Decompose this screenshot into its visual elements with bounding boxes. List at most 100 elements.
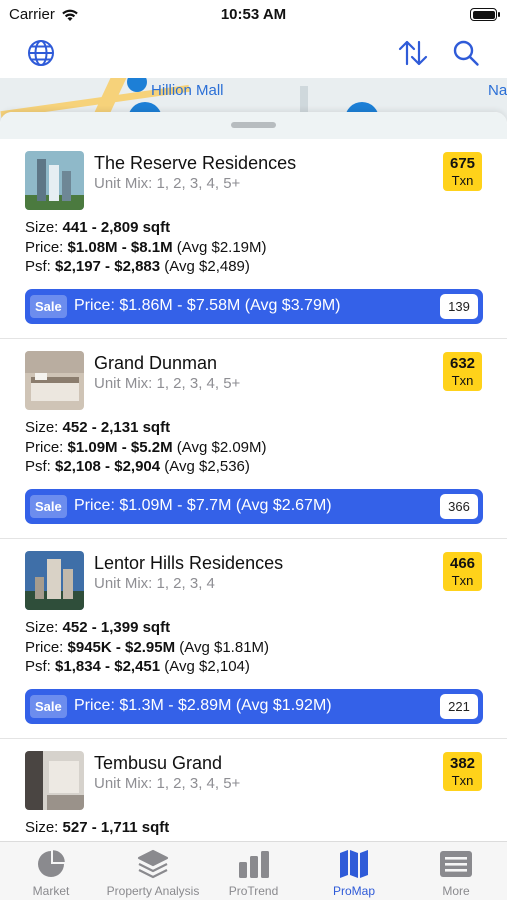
price-value: $1.09M - $5.2M	[67, 438, 173, 456]
tab-protrend[interactable]: ProTrend	[204, 842, 303, 900]
listing-stats: Size: 452 - 1,399 sqft Price: $945K - $2…	[25, 618, 269, 677]
size-value: 452 - 2,131 sqft	[62, 419, 171, 436]
search-button[interactable]	[449, 36, 483, 70]
price-avg: (Avg $1.81M)	[175, 638, 270, 656]
tab-label: Market	[32, 884, 70, 898]
size-row: Size: 441 - 2,809 sqft	[25, 219, 171, 236]
listing-thumbnail	[25, 751, 84, 810]
size-value: 441 - 2,809 sqft	[62, 219, 171, 236]
price-avg: (Avg $2.19M)	[172, 238, 267, 256]
tab-label: Property Analysis	[106, 884, 200, 898]
map-pin[interactable]	[127, 78, 147, 92]
price-row: Price: $945K - $2.95M (Avg $1.81M)	[25, 638, 270, 656]
listing-unit-mix: Unit Mix: 1, 2, 3, 4, 5+	[94, 775, 241, 792]
search-icon	[453, 40, 479, 66]
map-label-edge: Na	[488, 82, 507, 99]
size-row: Size: 527 - 1,711 sqft	[25, 819, 170, 836]
listing-name: Lentor Hills Residences	[94, 553, 284, 573]
listing-card[interactable]: Lentor Hills Residences Unit Mix: 1, 2, …	[0, 539, 507, 739]
listing-stats: Size: 452 - 2,131 sqft Price: $1.09M - $…	[25, 418, 267, 477]
psf-avg: (Avg $2,536)	[160, 458, 250, 475]
listing-thumbnail	[25, 151, 84, 210]
size-row: Size: 452 - 1,399 sqft	[25, 619, 171, 636]
psf-avg: (Avg $2,489)	[160, 258, 250, 275]
listing-sheet[interactable]: The Reserve Residences Unit Mix: 1, 2, 3…	[0, 112, 507, 842]
listing-card[interactable]: Tembusu Grand Unit Mix: 1, 2, 3, 4, 5+ 3…	[0, 739, 507, 842]
globe-icon	[28, 40, 54, 66]
sale-count-badge: 221	[440, 694, 478, 719]
map-icon	[340, 850, 368, 878]
psf-row: Psf: $2,108 - $2,904 (Avg $2,536)	[25, 458, 250, 475]
list-icon	[440, 851, 472, 877]
sale-price-bar[interactable]: Sale Price: $1.09M - $7.7M (Avg $2.67M) …	[25, 489, 483, 524]
price-value: $945K - $2.95M	[67, 638, 176, 656]
tab-bar: Market Property Analysis ProTrend ProMap	[0, 841, 507, 900]
listing-unit-mix: Unit Mix: 1, 2, 3, 4, 5+	[94, 375, 241, 392]
sale-count-badge: 366	[440, 494, 478, 519]
txn-label: Txn	[451, 773, 474, 788]
txn-badge[interactable]: 632 Txn	[443, 352, 482, 391]
tab-label: More	[442, 884, 470, 898]
tab-more[interactable]: More	[405, 842, 507, 900]
pie-chart-icon	[38, 850, 65, 877]
bar-chart-icon	[238, 851, 269, 878]
sheet-grabber[interactable]	[231, 122, 276, 128]
listing-unit-mix: Unit Mix: 1, 2, 3, 4, 5+	[94, 175, 241, 192]
size-value: 527 - 1,711 sqft	[62, 819, 170, 836]
sheet-header[interactable]	[0, 112, 507, 139]
tab-promap[interactable]: ProMap	[303, 842, 405, 900]
listing-name: Grand Dunman	[94, 353, 218, 373]
status-time: 10:53 AM	[220, 6, 287, 23]
sale-price-range: Price: $1.3M - $2.89M (Avg $1.92M)	[74, 697, 332, 714]
txn-count: 632	[449, 355, 476, 372]
sale-count-badge: 139	[440, 294, 478, 319]
map-label-mall: Hillion Mall	[151, 82, 224, 99]
txn-badge[interactable]: 382 Txn	[443, 752, 482, 791]
price-row: Price: $1.09M - $5.2M (Avg $2.09M)	[25, 438, 267, 456]
txn-count: 675	[449, 155, 476, 172]
status-bar: Carrier 10:53 AM	[0, 0, 507, 30]
tab-market[interactable]: Market	[0, 842, 102, 900]
txn-badge[interactable]: 675 Txn	[443, 152, 482, 191]
psf-row: Psf: $1,834 - $2,451 (Avg $2,104)	[25, 658, 250, 675]
tab-label: ProMap	[332, 884, 376, 898]
psf-row: Psf: $2,197 - $2,883 (Avg $2,489)	[25, 258, 250, 275]
listing-stats: Size: 527 - 1,711 sqft	[25, 818, 169, 838]
price-avg: (Avg $2.09M)	[172, 438, 267, 456]
psf-value: $2,108 - $2,904	[55, 458, 161, 475]
txn-label: Txn	[451, 173, 474, 188]
sale-tag: Sale	[30, 295, 67, 318]
battery-icon	[470, 8, 500, 21]
sort-arrows-icon	[398, 40, 428, 66]
sale-price-range: Price: $1.09M - $7.7M (Avg $2.67M)	[74, 497, 332, 514]
listing-name: The Reserve Residences	[94, 153, 297, 173]
txn-badge[interactable]: 466 Txn	[443, 552, 482, 591]
txn-label: Txn	[451, 373, 474, 388]
size-value: 452 - 1,399 sqft	[62, 619, 171, 636]
listing-thumbnail	[25, 351, 84, 410]
price-row: Price: $1.08M - $8.1M (Avg $2.19M)	[25, 238, 267, 256]
tab-label: ProTrend	[228, 884, 279, 898]
listing-stats: Size: 441 - 2,809 sqft Price: $1.08M - $…	[25, 218, 267, 277]
sale-tag: Sale	[30, 695, 67, 718]
sale-price-bar[interactable]: Sale Price: $1.86M - $7.58M (Avg $3.79M)…	[25, 289, 483, 324]
txn-count: 466	[449, 555, 476, 572]
sale-tag: Sale	[30, 495, 67, 518]
listing-thumbnail	[25, 551, 84, 610]
txn-label: Txn	[451, 573, 474, 588]
sale-price-range: Price: $1.86M - $7.58M (Avg $3.79M)	[74, 297, 341, 314]
psf-avg: (Avg $2,104)	[160, 658, 250, 675]
nav-bar	[0, 30, 507, 78]
txn-count: 382	[449, 755, 476, 772]
psf-value: $2,197 - $2,883	[55, 258, 161, 275]
globe-button[interactable]	[24, 36, 58, 70]
listing-name: Tembusu Grand	[94, 753, 223, 773]
sort-button[interactable]	[396, 36, 430, 70]
listing-card[interactable]: The Reserve Residences Unit Mix: 1, 2, 3…	[0, 139, 507, 339]
psf-value: $1,834 - $2,451	[55, 658, 161, 675]
tab-property-analysis[interactable]: Property Analysis	[102, 842, 204, 900]
size-row: Size: 452 - 2,131 sqft	[25, 419, 171, 436]
listing-card[interactable]: Grand Dunman Unit Mix: 1, 2, 3, 4, 5+ 63…	[0, 339, 507, 539]
sale-price-bar[interactable]: Sale Price: $1.3M - $2.89M (Avg $1.92M) …	[25, 689, 483, 724]
listing-unit-mix: Unit Mix: 1, 2, 3, 4	[94, 575, 215, 592]
